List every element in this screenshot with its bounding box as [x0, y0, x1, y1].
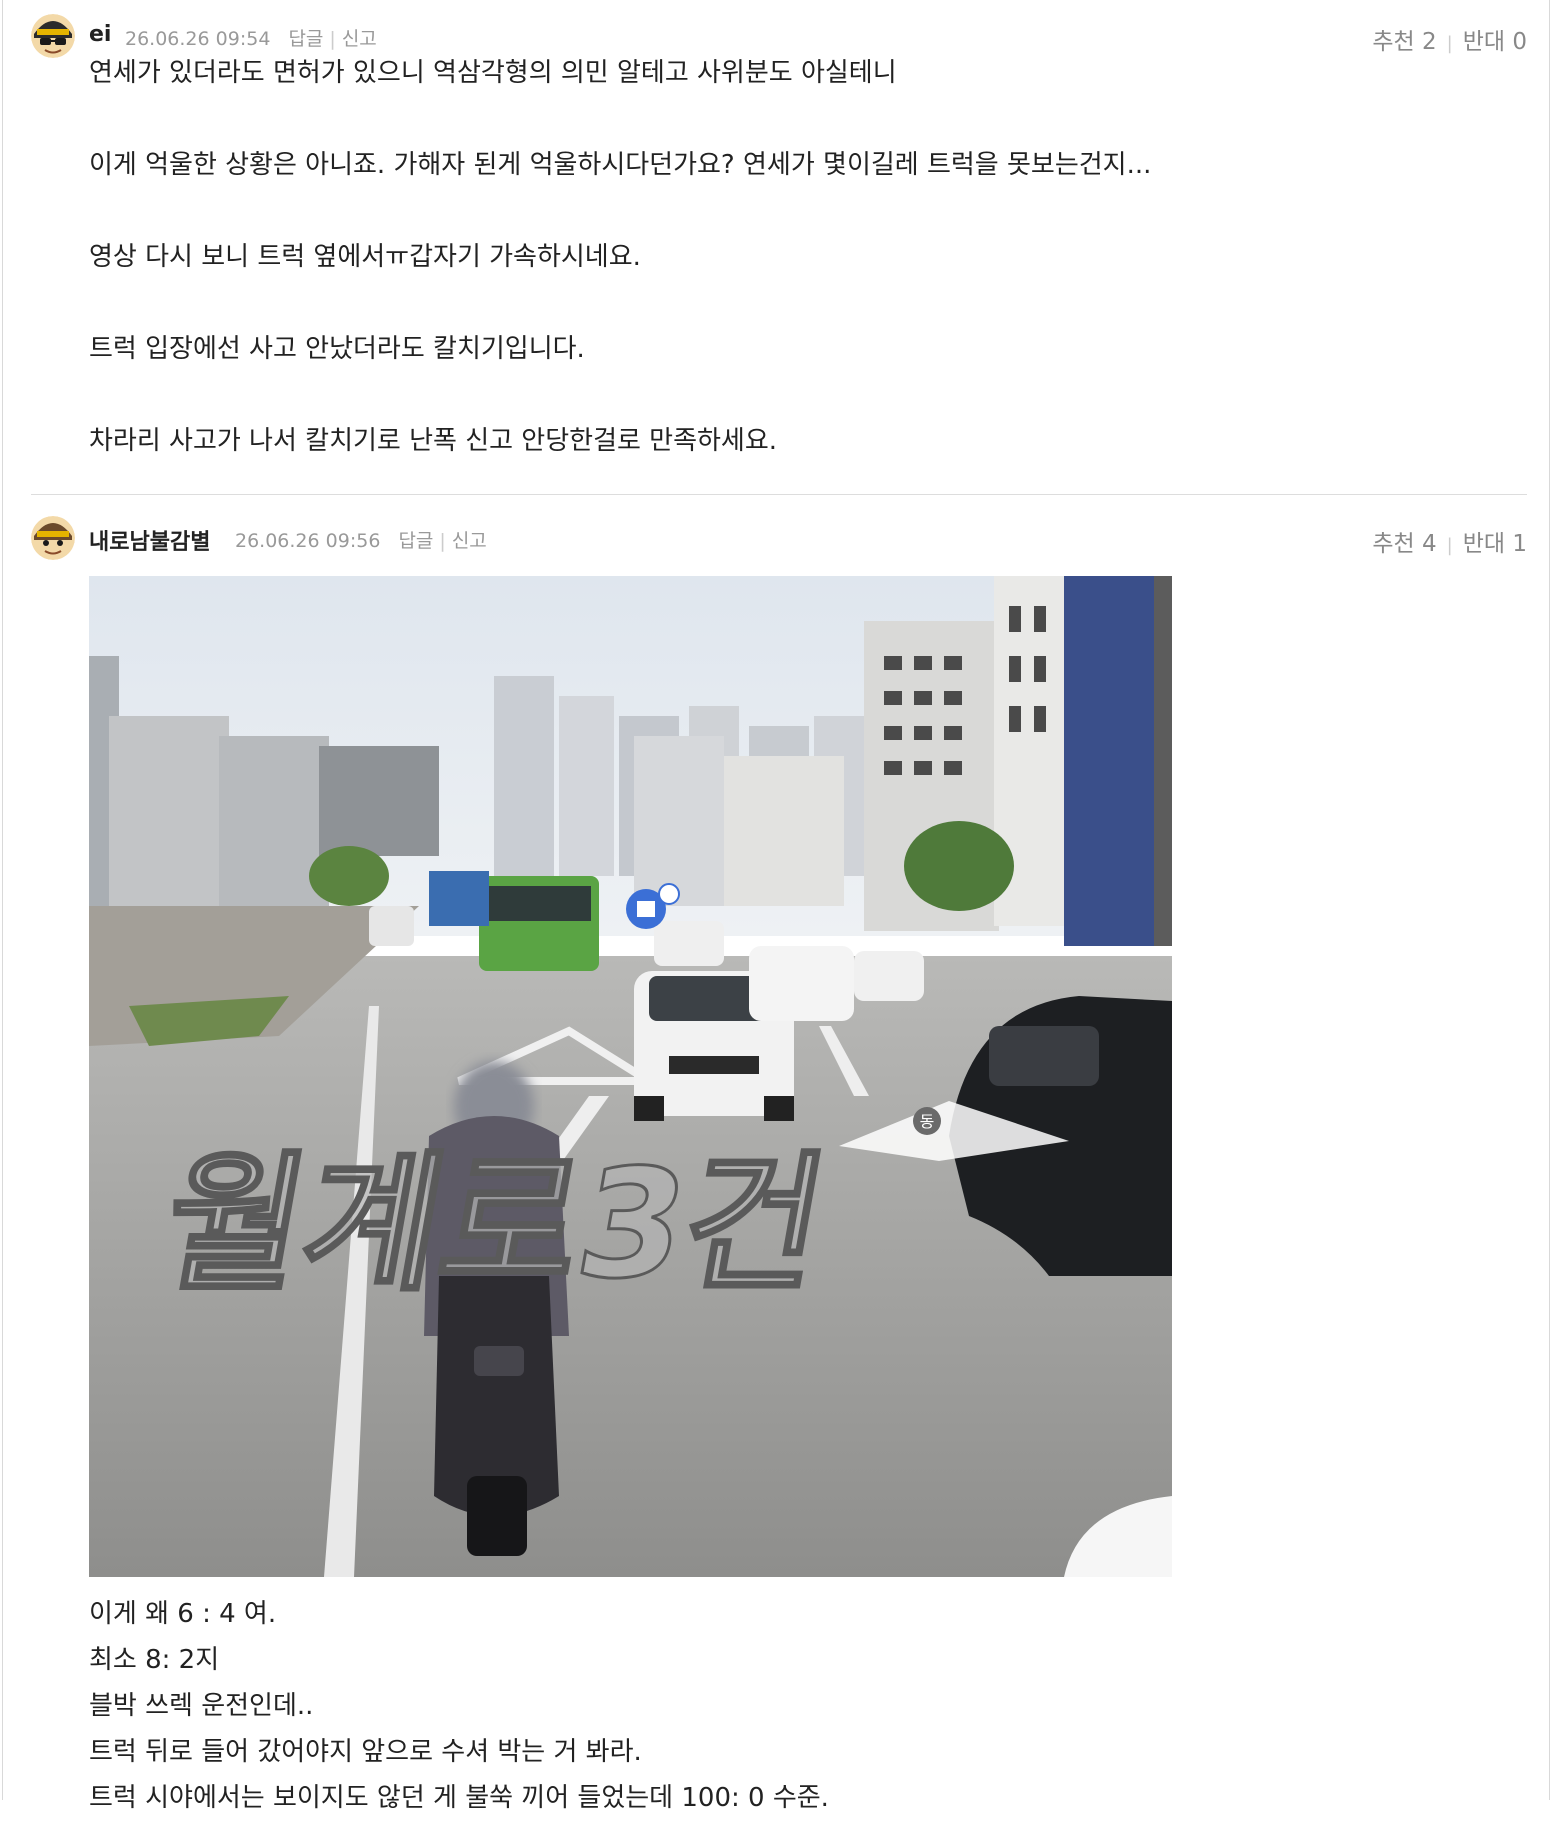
comment-line: 연세가 있더라도 면허가 있으니 역삼각형의 의민 알테고 사위분도 아실테니 [89, 58, 897, 88]
oppose-label: 반대 [1462, 531, 1506, 557]
oppose-button[interactable]: 반대 0 [1463, 29, 1527, 55]
comment-body: 연세가 있더라도 면허가 있으니 역삼각형의 의민 알테고 사위분도 아실테니 … [89, 58, 1527, 456]
comment-line: 차라리 사고가 나서 칼치기로 난폭 신고 안당한걸로 만족하세요. [89, 426, 778, 456]
comment-date: 26.06.26 09:56 [235, 530, 381, 552]
comment-header: 내로남불감별 26.06.26 09:56 답글 | 신고 추천 4 | 반대 1 [31, 514, 1527, 560]
user-avatar-icon[interactable] [31, 516, 75, 560]
attached-street-photo[interactable]: 동 월계로3건 [89, 576, 1172, 1577]
vote-box: 추천 4 | 반대 1 [1372, 531, 1527, 557]
reply-link[interactable]: 답글 [398, 530, 433, 552]
comment-line: 이게 억울한 상황은 아니죠. 가해자 된게 억울하시다던가요? 연세가 몇이길… [89, 150, 1152, 180]
oppose-label: 반대 [1462, 29, 1506, 55]
comment-meta: 26.06.26 09:56 답글 | 신고 [235, 530, 487, 552]
comment-line: 이게 왜 6 : 4 여. [89, 1599, 277, 1629]
recommend-button[interactable]: 추천 4 [1372, 531, 1436, 557]
road-sign-text: 동 [920, 1112, 935, 1131]
comment-divider [31, 494, 1527, 495]
comment-author[interactable]: ei [89, 22, 111, 47]
comment-line: 블박 쓰렉 운전인데.. [89, 1691, 314, 1721]
report-link[interactable]: 신고 [452, 530, 487, 552]
oppose-count: 0 [1512, 29, 1527, 55]
comment-date: 26.06.26 09:54 [125, 28, 271, 50]
comment-line: 트럭 시야에서는 보이지도 않던 게 불쑥 끼어 들었는데 100: 0 수준. [89, 1783, 829, 1813]
recommend-count: 2 [1422, 29, 1437, 55]
comment-item: 내로남불감별 26.06.26 09:56 답글 | 신고 추천 4 | 반대 1 [31, 514, 1527, 1821]
recommend-button[interactable]: 추천 2 [1372, 29, 1436, 55]
comment-item: ei 26.06.26 09:54 답글 | 신고 추천 2 | 반대 0 연세가 있더… [31, 12, 1527, 456]
recommend-count: 4 [1422, 531, 1437, 557]
report-link[interactable]: 신고 [342, 28, 377, 50]
comment-meta: 26.06.26 09:54 답글 | 신고 [125, 28, 377, 50]
reply-link[interactable]: 답글 [288, 28, 323, 50]
comment-list: ei 26.06.26 09:54 답글 | 신고 추천 2 | 반대 0 연세가 있더… [2, 0, 1550, 1813]
comment-line: 최소 8: 2지 [89, 1645, 220, 1675]
comment-line: 영상 다시 보니 트럭 옆에서ㅠ갑자기 가속하시네요. [89, 242, 641, 272]
oppose-button[interactable]: 반대 1 [1463, 531, 1527, 557]
photo-watermark: 월계로3건 [151, 1137, 838, 1312]
comment-author[interactable]: 내로남불감별 [89, 524, 210, 556]
comment-line: 트럭 입장에선 사고 안났더라도 칼치기입니다. [89, 334, 585, 364]
recommend-label: 추천 [1372, 29, 1415, 55]
comment-header: ei 26.06.26 09:54 답글 | 신고 추천 2 | 반대 0 [31, 12, 1527, 58]
user-avatar-icon[interactable] [31, 14, 75, 58]
recommend-label: 추천 [1372, 531, 1415, 557]
comment-line: 트럭 뒤로 들어 갔어야지 앞으로 수셔 박는 거 봐라. [89, 1737, 642, 1767]
comment-body: 이게 왜 6 : 4 여. 최소 8: 2지 블박 쓰렉 운전인데.. 트럭 뒤… [89, 1591, 1527, 1821]
oppose-count: 1 [1512, 531, 1527, 557]
vote-box: 추천 2 | 반대 0 [1372, 29, 1527, 55]
